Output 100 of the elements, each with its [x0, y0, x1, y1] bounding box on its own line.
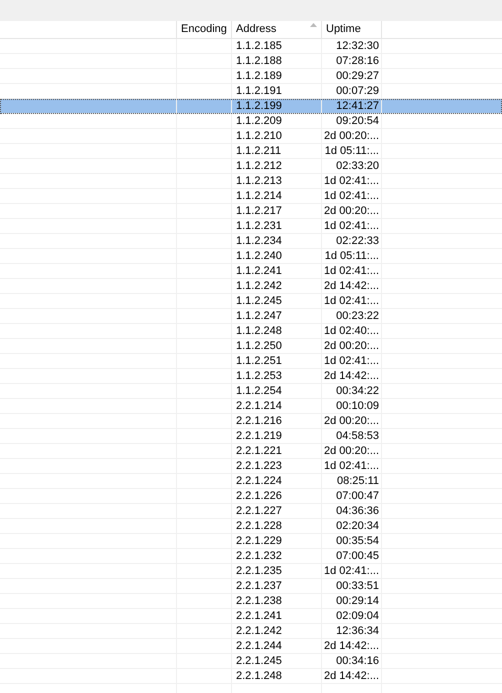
- address-text: 1.1.2.234: [236, 235, 282, 248]
- address-text: 1.1.2.212: [236, 160, 282, 173]
- address-text: 1.1.2.248: [236, 325, 282, 338]
- table-row[interactable]: 2.2.1.244 2d 14:42:...: [0, 639, 502, 654]
- uptime-text: 2d 14:42:...: [324, 280, 379, 293]
- table-row[interactable]: 1.1.2.254 00:34:22: [0, 384, 502, 399]
- table-row[interactable]: 2.2.1.227 04:36:36: [0, 504, 502, 519]
- address-text: 2.2.1.242: [236, 625, 282, 638]
- uptime-text: 00:34:16: [336, 655, 379, 668]
- uptime-text: 2d 14:42:...: [324, 640, 379, 653]
- uptime-text: 2d 14:42:...: [324, 370, 379, 383]
- address-text: 1.1.2.210: [236, 130, 282, 143]
- uptime-text: 2d 14:42:...: [324, 670, 379, 683]
- column-header[interactable]: Encoding: [177, 21, 232, 38]
- address-text: 1.1.2.217: [236, 205, 282, 218]
- address-text: 2.2.1.237: [236, 580, 282, 593]
- table-row[interactable]: 2.2.1.224 08:25:11: [0, 474, 502, 489]
- table-row[interactable]: 2.2.1.223 1d 02:41:...: [0, 459, 502, 474]
- table-row[interactable]: 1.1.2.240 1d 05:11:...: [0, 249, 502, 264]
- table-row[interactable]: 2.2.1.235 1d 02:41:...: [0, 564, 502, 579]
- table-row[interactable]: 2.2.1.228 02:20:34: [0, 519, 502, 534]
- table-row[interactable]: 2.2.1.245 00:34:16: [0, 654, 502, 669]
- address-text: 1.1.2.185: [236, 40, 282, 53]
- table-row[interactable]: 2.2.1.232 07:00:45: [0, 549, 502, 564]
- address-text: 1.1.2.247: [236, 310, 282, 323]
- uptime-text: 02:22:33: [336, 235, 379, 248]
- uptime-text: 2d 00:20:...: [324, 130, 379, 143]
- table-row[interactable]: 2.2.1.238 00:29:14: [0, 594, 502, 609]
- table-row[interactable]: 1.1.2.242 2d 14:42:...: [0, 279, 502, 294]
- table-row[interactable]: 1.1.2.247 00:23:22: [0, 309, 502, 324]
- uptime-text: 00:35:54: [336, 535, 379, 548]
- address-text: 1.1.2.191: [236, 85, 282, 98]
- uptime-text: 02:20:34: [336, 520, 379, 533]
- address-text: 2.2.1.244: [236, 640, 282, 653]
- address-text: 2.2.1.235: [236, 565, 282, 578]
- column-header[interactable]: Address: [232, 21, 322, 38]
- table-row[interactable]: 1.1.2.213 1d 02:41:...: [0, 174, 502, 189]
- uptime-text: 2d 00:20:...: [324, 415, 379, 428]
- uptime-text: 1d 02:41:...: [324, 190, 379, 203]
- table-row[interactable]: 1.1.2.189 00:29:27: [0, 69, 502, 84]
- address-text: 2.2.1.224: [236, 475, 282, 488]
- table-row[interactable]: 2.2.1.219 04:58:53: [0, 429, 502, 444]
- table-row[interactable]: 2.2.1.237 00:33:51: [0, 579, 502, 594]
- table-row[interactable]: 2.2.1.229 00:35:54: [0, 534, 502, 549]
- table-row[interactable]: 2.2.1.226 07:00:47: [0, 489, 502, 504]
- address-text: 1.1.2.214: [236, 190, 282, 203]
- uptime-text: 12:36:34: [336, 625, 379, 638]
- uptime-text: 00:07:29: [336, 85, 379, 98]
- table-row[interactable]: 2.2.1.242 12:36:34: [0, 624, 502, 639]
- table-row[interactable]: 1.1.2.199 12:41:27: [0, 99, 502, 114]
- table-row[interactable]: 1.1.2.217 2d 00:20:...: [0, 204, 502, 219]
- address-text: 2.2.1.227: [236, 505, 282, 518]
- address-text: 1.1.2.199: [236, 100, 282, 113]
- table-row[interactable]: 1.1.2.251 1d 02:41:...: [0, 354, 502, 369]
- address-text: 2.2.1.214: [236, 400, 282, 413]
- uptime-text: 02:09:04: [336, 610, 379, 623]
- table-row[interactable]: 2.2.1.214 00:10:09: [0, 399, 502, 414]
- table-row[interactable]: 1.1.2.248 1d 02:40:...: [0, 324, 502, 339]
- uptime-text: 09:20:54: [336, 115, 379, 128]
- uptime-text: 1d 02:41:...: [324, 295, 379, 308]
- address-text: 2.2.1.228: [236, 520, 282, 533]
- address-text: 2.2.1.226: [236, 490, 282, 503]
- uptime-text: 1d 02:41:...: [324, 265, 379, 278]
- uptime-text: 07:28:16: [336, 55, 379, 68]
- uptime-text: 12:41:27: [336, 100, 379, 113]
- table-row[interactable]: 1.1.2.241 1d 02:41:...: [0, 264, 502, 279]
- address-text: 1.1.2.189: [236, 70, 282, 83]
- table-row[interactable]: 1.1.2.209 09:20:54: [0, 114, 502, 129]
- table-row[interactable]: 1.1.2.231 1d 02:41:...: [0, 219, 502, 234]
- table-row[interactable]: 1.1.2.188 07:28:16: [0, 54, 502, 69]
- uptime-text: 00:29:14: [336, 595, 379, 608]
- table-row[interactable]: 2.2.1.241 02:09:04: [0, 609, 502, 624]
- address-text: 2.2.1.229: [236, 535, 282, 548]
- uptime-text: 1d 05:11:...: [324, 250, 379, 263]
- table-row[interactable]: 1.1.2.250 2d 00:20:...: [0, 339, 502, 354]
- table-row[interactable]: 1.1.2.210 2d 00:20:...: [0, 129, 502, 144]
- uptime-text: 08:25:11: [336, 475, 379, 488]
- uptime-text: 07:00:47: [336, 490, 379, 503]
- table-row[interactable]: 2.2.1.216 2d 00:20:...: [0, 414, 502, 429]
- address-text: 1.1.2.253: [236, 370, 282, 383]
- table-row[interactable]: 1.1.2.234 02:22:33: [0, 234, 502, 249]
- address-text: 1.1.2.251: [236, 355, 282, 368]
- uptime-text: 02:33:20: [336, 160, 379, 173]
- table-row[interactable]: 1.1.2.245 1d 02:41:...: [0, 294, 502, 309]
- table-row[interactable]: 1.1.2.253 2d 14:42:...: [0, 369, 502, 384]
- table-row[interactable]: 2.2.1.248 2d 14:42:...: [0, 669, 502, 684]
- address-text: 2.2.1.248: [236, 670, 282, 683]
- table-row[interactable]: 1.1.2.212 02:33:20: [0, 159, 502, 174]
- table-row[interactable]: 1.1.2.211 1d 05:11:...: [0, 144, 502, 159]
- uptime-text: 00:10:09: [336, 400, 379, 413]
- address-text: 1.1.2.188: [236, 55, 282, 68]
- uptime-text: 12:32:30: [336, 40, 379, 53]
- table-row[interactable]: 1.1.2.214 1d 02:41:...: [0, 189, 502, 204]
- table-row[interactable]: 1.1.2.185 12:32:30: [0, 39, 502, 54]
- table-row[interactable]: 2.2.1.221 2d 00:20:...: [0, 444, 502, 459]
- address-text: 2.2.1.223: [236, 460, 282, 473]
- uptime-text: 1d 02:41:...: [324, 565, 379, 578]
- uptime-text: 1d 02:41:...: [324, 355, 379, 368]
- address-text: 1.1.2.245: [236, 295, 282, 308]
- column-header[interactable]: Uptime: [322, 21, 382, 38]
